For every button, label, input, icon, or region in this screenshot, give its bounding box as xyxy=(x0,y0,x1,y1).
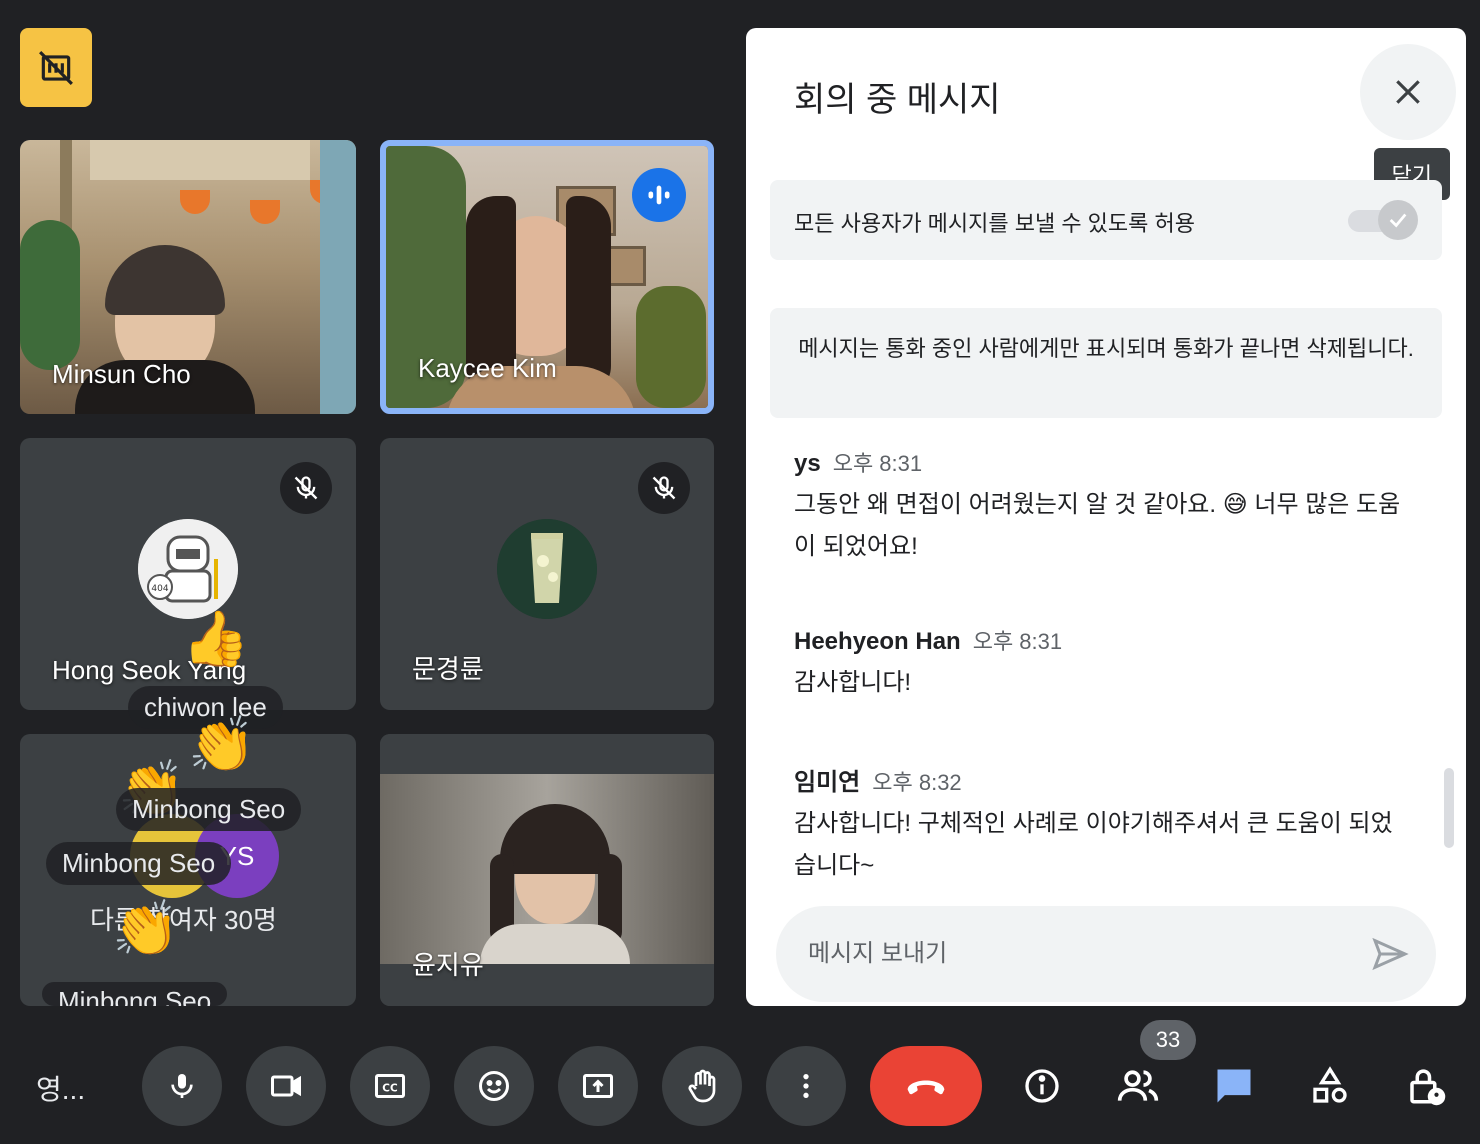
svg-text:404: 404 xyxy=(151,584,168,594)
check-icon xyxy=(1389,213,1407,228)
reaction-sender-label: Minbong Seo xyxy=(42,982,228,1006)
mic-icon xyxy=(171,1074,193,1098)
camera-button[interactable] xyxy=(246,1046,326,1126)
mic-off-icon xyxy=(638,462,690,514)
thumbs-up-reaction-icon: 👍 xyxy=(182,609,250,669)
participant-avatar: 404 xyxy=(138,519,238,619)
message-time: 오후 8:32 xyxy=(872,770,962,795)
svg-text:CC: CC xyxy=(382,1082,398,1094)
more-options-button[interactable] xyxy=(766,1046,846,1126)
close-icon xyxy=(1396,80,1420,104)
people-icon xyxy=(1117,1070,1159,1101)
speaking-indicator-icon xyxy=(632,168,686,222)
participant-name: Minsun Cho xyxy=(52,359,191,389)
hand-icon xyxy=(688,1069,716,1103)
send-button[interactable] xyxy=(1368,932,1412,976)
message-time: 오후 8:31 xyxy=(972,629,1063,654)
message-input-container xyxy=(776,906,1436,1002)
panel-title: 회의 중 메시지 xyxy=(794,81,1001,119)
present-button[interactable] xyxy=(558,1046,638,1126)
allow-messages-toggle[interactable] xyxy=(1348,200,1418,240)
participant-name: 윤지유 xyxy=(412,950,484,980)
info-icon xyxy=(1025,1069,1059,1103)
allow-messages-label: 모든 사용자가 메시지를 보낼 수 있도록 허용 xyxy=(794,211,1195,236)
people-button[interactable] xyxy=(1108,1056,1168,1116)
raise-hand-button[interactable] xyxy=(662,1046,742,1126)
message-body: 감사합니다! xyxy=(794,669,912,696)
message-input[interactable] xyxy=(808,932,1348,976)
message-time: 오후 8:31 xyxy=(832,451,923,476)
chat-button[interactable] xyxy=(1204,1056,1264,1116)
allow-messages-setting: 모든 사용자가 메시지를 보낼 수 있도록 허용 xyxy=(770,180,1442,260)
participant-tile[interactable]: Minsun Cho xyxy=(20,140,356,414)
clap-reaction-icon: 👏 xyxy=(188,715,256,775)
participant-name: Kaycee Kim xyxy=(418,353,557,383)
chat-message: ys 오후 8:31 그동안 왜 면접이 어려웠는지 알 것 같아요. 😅 너무 … xyxy=(794,446,1414,568)
participant-tile-active-speaker[interactable]: Kaycee Kim xyxy=(380,140,714,414)
message-body: 감사합니다! 구체적인 사례로 이야기해주셔서 큰 도움이 되었습니다~ xyxy=(794,810,1393,879)
captions-button[interactable]: CC xyxy=(350,1046,430,1126)
hang-up-icon xyxy=(907,1080,945,1095)
mic-button[interactable] xyxy=(142,1046,222,1126)
end-call-button[interactable] xyxy=(870,1046,982,1126)
lock-person-icon xyxy=(1410,1069,1446,1106)
close-button[interactable] xyxy=(1360,44,1456,140)
camera-icon xyxy=(271,1075,301,1097)
send-icon xyxy=(1372,937,1409,971)
participant-tile[interactable]: 윤지유 xyxy=(380,734,714,1006)
host-controls-button[interactable] xyxy=(1396,1056,1456,1116)
participant-name: 문경륜 xyxy=(412,654,484,684)
captions-icon: CC xyxy=(375,1074,405,1098)
chat-info-notice: 메시지는 통화 중인 사람에게만 표시되며 통화가 끝나면 삭제됩니다. xyxy=(770,308,1442,418)
smiley-icon xyxy=(479,1071,509,1101)
more-vert-icon xyxy=(803,1074,809,1098)
chat-scrollbar[interactable] xyxy=(1444,768,1454,848)
present-screen-icon xyxy=(583,1074,613,1098)
reaction-sender-label: Minbong Seo xyxy=(46,842,232,885)
chat-panel: 회의 중 메시지 닫기 모든 사용자가 메시지를 보낼 수 있도록 허용 메시지… xyxy=(746,28,1466,1006)
participant-tile[interactable]: 문경륜 xyxy=(380,438,714,710)
message-sender: Heehyeon Han xyxy=(794,628,961,655)
message-body: 그동안 왜 면접이 어려웠는지 알 것 같아요. 😅 너무 많은 도움이 되었어… xyxy=(794,491,1401,560)
activities-button[interactable] xyxy=(1300,1056,1360,1116)
participant-count-badge: 33 xyxy=(1140,1020,1196,1060)
emoji-reaction-button[interactable] xyxy=(454,1046,534,1126)
meeting-details-button[interactable] xyxy=(1012,1056,1072,1116)
no-present-icon xyxy=(39,50,73,85)
chat-message: 임미연 오후 8:32 감사합니다! 구체적인 사례로 이야기해주셔서 큰 도움이… xyxy=(794,762,1414,887)
mic-off-icon xyxy=(280,462,332,514)
message-sender: ys xyxy=(794,450,821,477)
shapes-icon xyxy=(1313,1066,1347,1103)
clap-reaction-icon: 👏 xyxy=(112,899,180,959)
chat-message: Heehyeon Han 오후 8:31 감사합니다! xyxy=(794,624,1414,704)
reaction-sender-label: Minbong Seo xyxy=(116,788,302,831)
participant-avatar xyxy=(497,519,597,619)
meeting-name[interactable]: 영... xyxy=(36,1068,85,1108)
presentation-badge[interactable] xyxy=(20,28,92,107)
message-sender: 임미연 xyxy=(794,769,861,796)
chat-icon xyxy=(1217,1069,1251,1103)
